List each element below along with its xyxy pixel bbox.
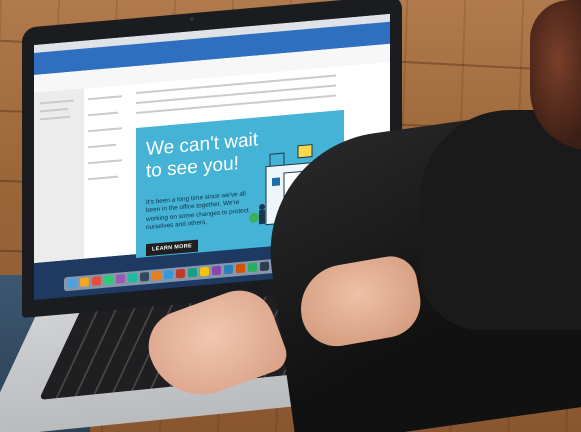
dock-app-icon[interactable] — [212, 265, 221, 276]
dock-app-icon[interactable] — [200, 266, 209, 277]
webcam — [190, 16, 194, 22]
dock-app-icon[interactable] — [80, 277, 89, 287]
email-headline: We can't wait to see you! — [146, 129, 259, 183]
dock-app-icon[interactable] — [260, 261, 269, 272]
dock-app-icon[interactable] — [68, 278, 77, 288]
compose-field — [136, 84, 336, 105]
dock-app-icon[interactable] — [188, 267, 197, 278]
message-preview — [88, 111, 118, 117]
dock-app-icon[interactable] — [248, 262, 257, 273]
message-preview — [88, 143, 116, 149]
photo-scene: We can't wait to see you! It's been a lo… — [0, 0, 581, 432]
dock-app-icon[interactable] — [224, 264, 233, 275]
dock-app-icon[interactable] — [152, 270, 161, 281]
folder-item — [40, 107, 68, 113]
message-preview — [88, 127, 122, 133]
folder-sidebar — [34, 88, 85, 263]
dock-app-icon[interactable] — [104, 275, 113, 285]
learn-more-button[interactable]: LEARN MORE — [146, 239, 198, 257]
compose-field — [136, 94, 336, 115]
dock-app-icon[interactable] — [128, 272, 137, 283]
email-body: It's been a long time since we've all be… — [146, 190, 249, 232]
message-list — [84, 84, 129, 259]
dock-app-icon[interactable] — [236, 263, 245, 274]
folder-item — [40, 99, 74, 105]
dock-app-icon[interactable] — [176, 268, 185, 279]
folder-item — [40, 115, 70, 121]
message-preview — [88, 159, 122, 165]
message-preview — [88, 175, 118, 181]
message-preview — [88, 95, 122, 101]
dock-app-icon[interactable] — [140, 271, 149, 282]
person-shoulder — [420, 110, 581, 330]
dock-app-icon[interactable] — [116, 273, 125, 284]
dock-app-icon[interactable] — [92, 276, 101, 286]
dock-app-icon[interactable] — [164, 269, 173, 280]
